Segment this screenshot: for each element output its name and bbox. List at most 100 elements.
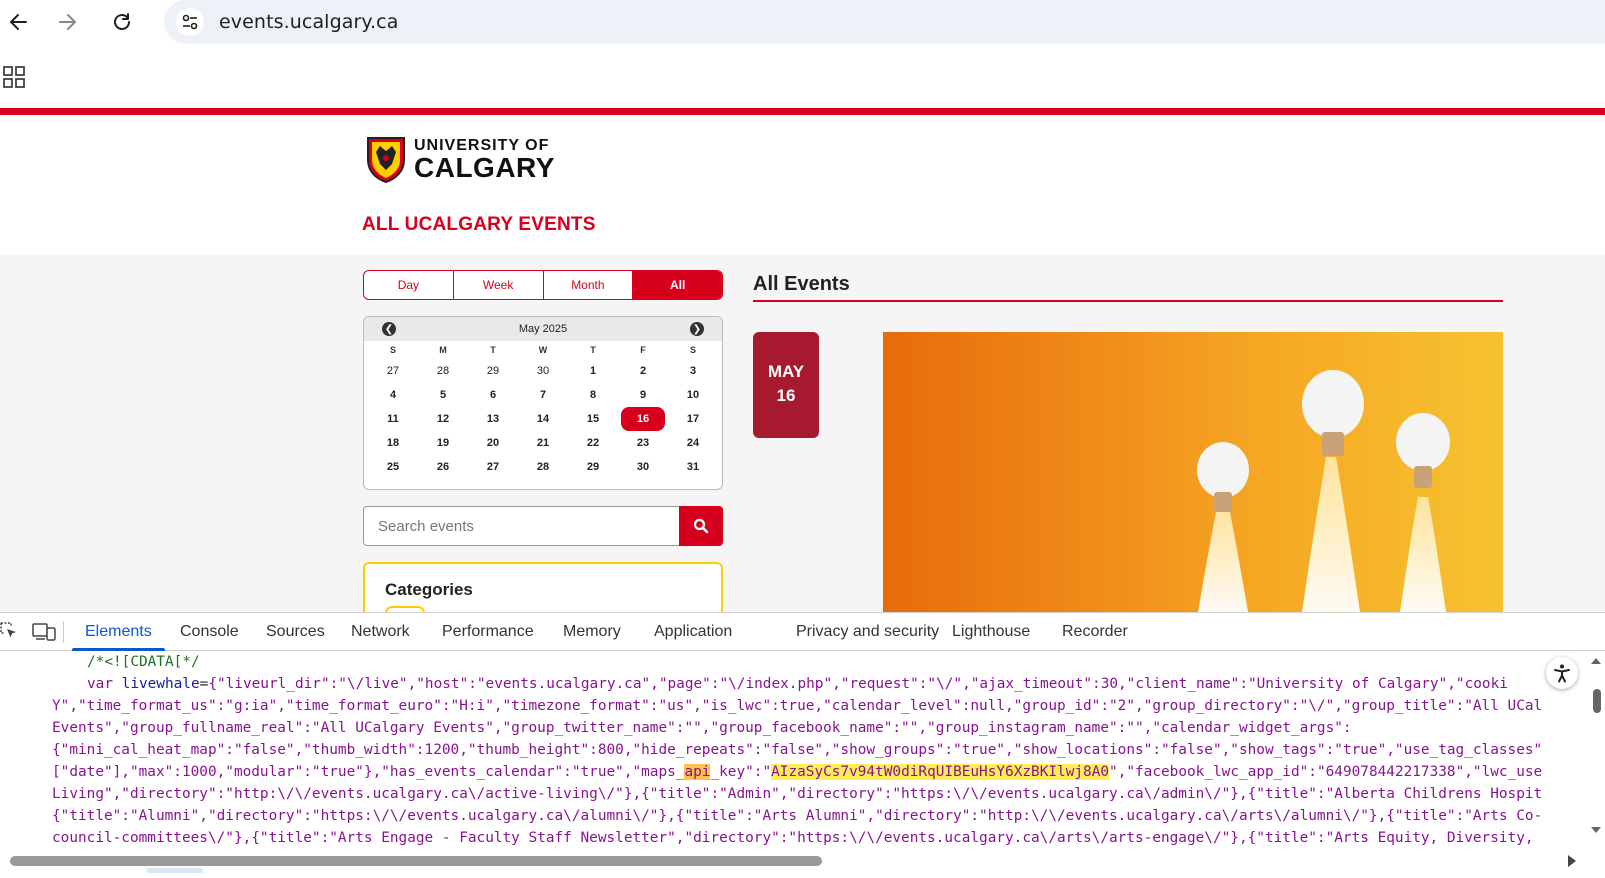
calendar-weekday: S xyxy=(389,345,396,355)
calendar-day[interactable]: 20 xyxy=(471,431,515,455)
calendar-day[interactable]: 22 xyxy=(571,431,615,455)
devtools-panel: Elements Console Sources Network Perform… xyxy=(0,612,1605,877)
tab-all[interactable]: All xyxy=(633,271,722,299)
address-bar[interactable]: events.ucalgary.ca xyxy=(164,0,1605,44)
devtools-tab-network[interactable]: Network xyxy=(351,613,410,651)
brand-top-bar xyxy=(0,108,1605,115)
calendar-weekday: T xyxy=(590,345,596,355)
browser-toolbar: events.ucalgary.ca xyxy=(0,0,1605,44)
site-header xyxy=(0,115,1605,255)
calendar-day[interactable]: 16 xyxy=(621,407,665,431)
url-text: events.ucalgary.ca xyxy=(219,11,399,33)
calendar-day[interactable]: 28 xyxy=(421,359,465,383)
search-input[interactable] xyxy=(363,506,679,546)
university-logo[interactable]: UNIVERSITY OF CALGARY xyxy=(366,136,555,184)
code-line-api-key: ["date"],"max":1000,"modular":"true"},"h… xyxy=(52,764,1543,780)
calendar-weekday: T xyxy=(490,345,496,355)
mini-calendar: ❮ May 2025 ❯ S M T W T F S 27 28 29 30 1 2 3 4 5 6 7 8 9 10 1… xyxy=(363,316,723,490)
calendar-day[interactable]: 29 xyxy=(571,455,615,479)
calendar-day[interactable]: 12 xyxy=(421,407,465,431)
devtools-tab-performance[interactable]: Performance xyxy=(442,613,534,651)
device-toolbar-icon[interactable] xyxy=(32,622,56,647)
next-month-icon[interactable]: ❯ xyxy=(690,322,704,336)
calendar-day[interactable]: 13 xyxy=(471,407,515,431)
inspect-element-icon[interactable] xyxy=(0,622,18,645)
code-line: Y","time_format_us":"g:ia","time_format_… xyxy=(52,698,1543,714)
code-line-cdata: /*<![CDATA[*/ xyxy=(87,654,200,670)
forward-button[interactable] xyxy=(52,6,84,38)
view-tabs: Day Week Month All xyxy=(363,270,723,300)
calendar-day[interactable]: 27 xyxy=(471,455,515,479)
back-arrow-icon xyxy=(10,14,27,30)
tab-month[interactable]: Month xyxy=(544,271,634,299)
calendar-day[interactable]: 8 xyxy=(571,383,615,407)
calendar-header: ❮ May 2025 ❯ xyxy=(364,317,722,341)
reload-button[interactable] xyxy=(106,6,138,38)
vertical-scrollbar[interactable] xyxy=(1588,651,1605,851)
elements-source-view[interactable]: /*<![CDATA[*/ var livewhale={"liveurl_di… xyxy=(0,651,1585,851)
calendar-day[interactable]: 30 xyxy=(521,359,565,383)
devtools-tab-application[interactable]: Application xyxy=(654,613,732,651)
search-button[interactable] xyxy=(679,506,723,546)
calendar-day[interactable]: 1 xyxy=(571,359,615,383)
event-image[interactable] xyxy=(883,332,1503,612)
tune-icon xyxy=(182,14,198,30)
code-line: Events","group_fullname_real":"All UCalg… xyxy=(52,720,1352,736)
events-heading: All Events xyxy=(753,273,850,295)
calendar-day[interactable]: 5 xyxy=(421,383,465,407)
calendar-day[interactable]: 10 xyxy=(671,383,715,407)
calendar-day[interactable]: 27 xyxy=(371,359,415,383)
devtools-tab-privacy-security[interactable]: Privacy and security xyxy=(796,613,939,651)
calendar-day[interactable]: 7 xyxy=(521,383,565,407)
calendar-day[interactable]: 19 xyxy=(421,431,465,455)
calendar-day[interactable]: 9 xyxy=(621,383,665,407)
tab-separator xyxy=(63,621,64,643)
site-info-button[interactable] xyxy=(176,8,204,36)
calendar-day[interactable]: 4 xyxy=(371,383,415,407)
calendar-day[interactable]: 18 xyxy=(371,431,415,455)
calendar-weekday: W xyxy=(538,345,548,355)
devtools-tab-lighthouse[interactable]: Lighthouse xyxy=(952,613,1030,651)
prev-month-icon[interactable]: ❮ xyxy=(382,322,396,336)
devtools-tab-elements[interactable]: Elements xyxy=(85,613,152,651)
calendar-day[interactable]: 14 xyxy=(521,407,565,431)
calendar-day[interactable]: 28 xyxy=(521,455,565,479)
calendar-day[interactable]: 6 xyxy=(471,383,515,407)
site-title[interactable]: ALL UCALGARY EVENTS xyxy=(362,214,596,236)
code-line: {"mini_cal_heat_map":"false","thumb_widt… xyxy=(52,742,1543,758)
back-button[interactable] xyxy=(2,6,34,38)
calendar-day[interactable]: 11 xyxy=(371,407,415,431)
tab-day[interactable]: Day xyxy=(364,271,454,299)
devtools-tab-memory[interactable]: Memory xyxy=(563,613,621,651)
calendar-day[interactable]: 30 xyxy=(621,455,665,479)
crest-icon xyxy=(367,137,405,184)
calendar-weekday: F xyxy=(640,345,646,355)
calendar-day[interactable]: 15 xyxy=(571,407,615,431)
code-line: {"title":"Alumni","directory":"https:\/\… xyxy=(52,808,1543,824)
search-icon xyxy=(693,518,709,534)
calendar-day[interactable]: 17 xyxy=(671,407,715,431)
accessibility-button[interactable] xyxy=(1546,657,1578,689)
calendar-day[interactable]: 21 xyxy=(521,431,565,455)
categories-title: Categories xyxy=(385,580,473,599)
devtools-tab-sources[interactable]: Sources xyxy=(266,613,325,651)
event-date-badge: MAY 16 xyxy=(753,332,819,438)
calendar-month-label: May 2025 xyxy=(518,323,568,335)
search-form xyxy=(363,506,723,546)
calendar-day[interactable]: 25 xyxy=(371,455,415,479)
forward-arrow-icon xyxy=(59,14,76,30)
calendar-day[interactable]: 31 xyxy=(671,455,715,479)
devtools-tab-bar: Elements Console Sources Network Perform… xyxy=(0,613,1605,651)
calendar-day[interactable]: 26 xyxy=(421,455,465,479)
calendar-day[interactable]: 2 xyxy=(621,359,665,383)
horizontal-scrollbar[interactable] xyxy=(0,853,1605,873)
calendar-day[interactable]: 29 xyxy=(471,359,515,383)
devtools-tab-console[interactable]: Console xyxy=(180,613,239,651)
calendar-grid: S M T W T F S 27 28 29 30 1 2 3 4 5 6 7 8 9 10 11 12 13 14 15 16 17… xyxy=(364,341,722,479)
calendar-day[interactable]: 24 xyxy=(671,431,715,455)
calendar-day[interactable]: 23 xyxy=(621,431,665,455)
tab-week[interactable]: Week xyxy=(454,271,544,299)
calendar-day[interactable]: 3 xyxy=(671,359,715,383)
apps-grid-icon[interactable] xyxy=(3,66,25,93)
devtools-tab-recorder[interactable]: Recorder xyxy=(1062,613,1128,651)
